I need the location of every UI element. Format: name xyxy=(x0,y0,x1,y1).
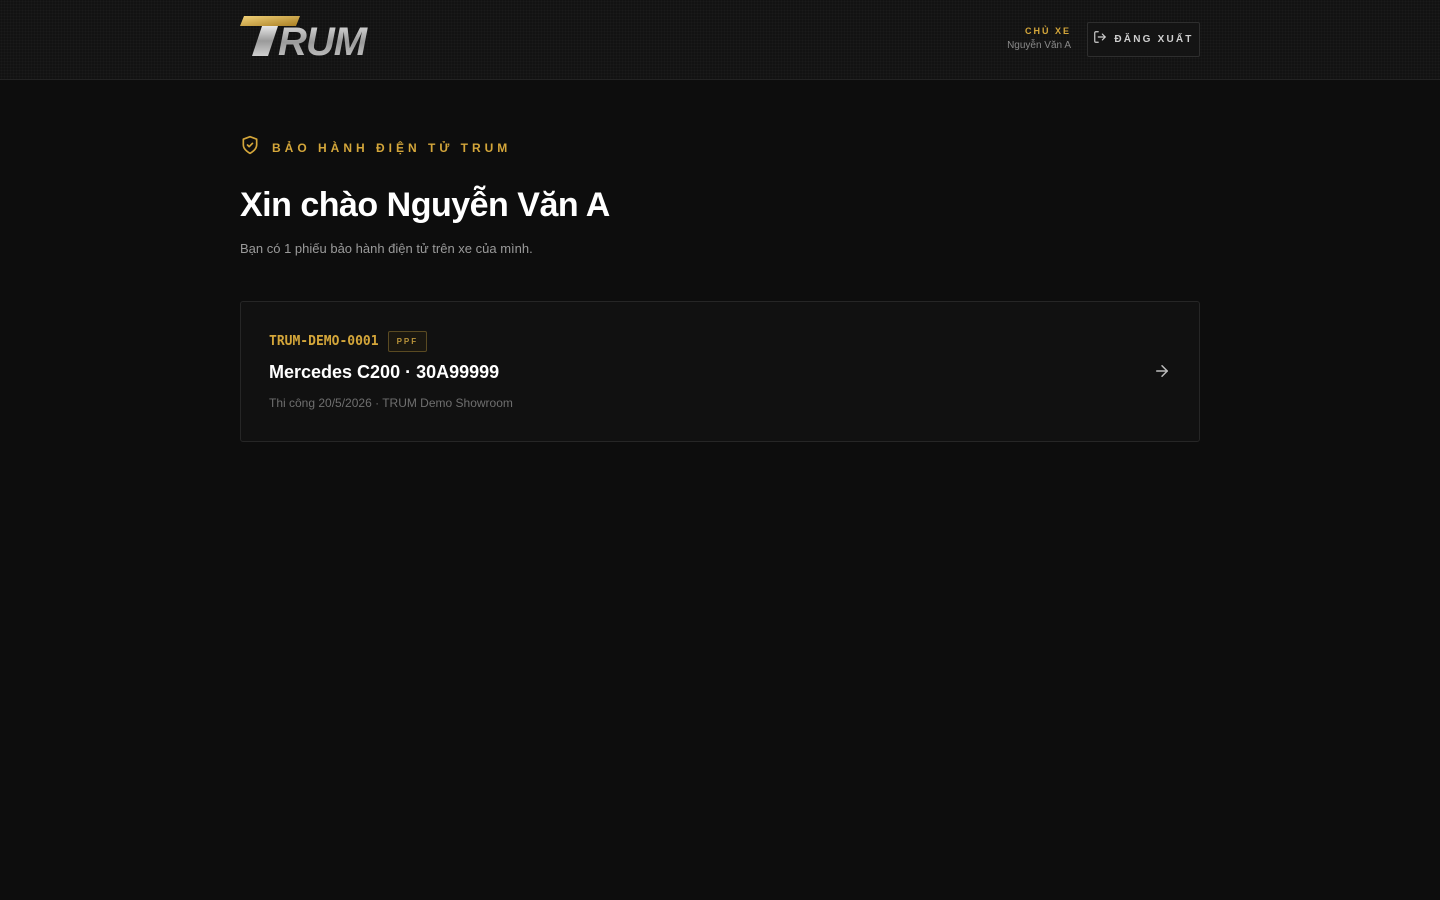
warranty-card[interactable]: TRUM-DEMO-0001 PPF Mercedes C200 · 30A99… xyxy=(240,301,1200,442)
warranty-meta: Thi công 20/5/2026 · TRUM Demo Showroom xyxy=(269,396,513,410)
owner-name: Nguyễn Văn A xyxy=(1007,40,1071,51)
logout-icon xyxy=(1093,30,1107,49)
trum-logo[interactable]: RUM xyxy=(240,14,426,64)
logout-label: ĐĂNG XUẤT xyxy=(1114,34,1194,45)
warranty-code: TRUM-DEMO-0001 xyxy=(269,334,379,349)
page-subtitle: Bạn có 1 phiếu bảo hành điện tử trên xe … xyxy=(240,241,533,256)
warranty-code-row: TRUM-DEMO-0001 PPF xyxy=(269,331,428,352)
warranty-vehicle: Mercedes C200 · 30A99999 xyxy=(269,362,500,382)
shield-check-icon xyxy=(240,135,260,160)
warranty-type-badge: PPF xyxy=(387,331,428,352)
logout-button[interactable]: ĐĂNG XUẤT xyxy=(1087,22,1200,57)
section-eyebrow: BẢO HÀNH ĐIỆN TỬ TRUM xyxy=(240,135,511,160)
top-header: RUM CHỦ XE Nguyễn Văn A ĐĂNG XUẤT xyxy=(0,0,1440,80)
page-title: Xin chào Nguyễn Văn A xyxy=(240,186,610,224)
eyebrow-label: BẢO HÀNH ĐIỆN TỬ TRUM xyxy=(272,140,512,155)
svg-text:RUM: RUM xyxy=(278,20,369,58)
owner-label: CHỦ XE xyxy=(1024,26,1071,36)
arrow-right-icon[interactable] xyxy=(1153,362,1171,380)
owner-info: CHỦ XE Nguyễn Văn A xyxy=(1007,26,1071,51)
